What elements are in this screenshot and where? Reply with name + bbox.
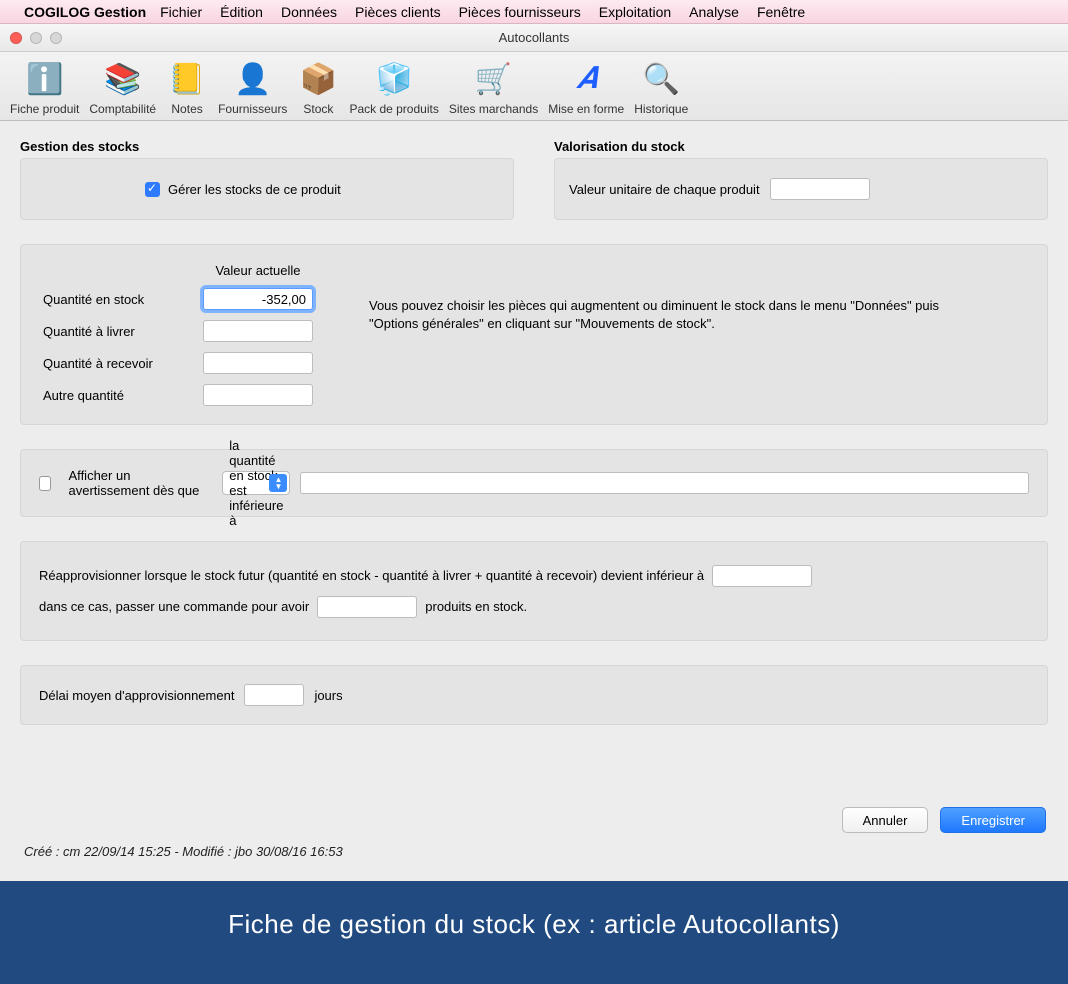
books-icon: 📚: [102, 58, 144, 100]
toolbar-fournisseurs[interactable]: 👤 Fournisseurs: [218, 58, 287, 116]
menu-fenetre[interactable]: Fenêtre: [757, 4, 805, 20]
group-title-valuation: Valorisation du stock: [554, 139, 1048, 154]
toolbar-notes[interactable]: 📒 Notes: [166, 58, 208, 116]
toolbar-fiche-produit[interactable]: ℹ️ Fiche produit: [10, 58, 79, 116]
label-qty-to-receive: Quantité à recevoir: [43, 356, 193, 371]
search-icon: 🔍: [640, 58, 682, 100]
panel-warning: Afficher un avertissement dès que la qua…: [20, 449, 1048, 517]
panel-valuation: Valeur unitaire de chaque produit: [554, 158, 1048, 220]
info-icon: ℹ️: [24, 58, 66, 100]
window-titlebar: Autocollants: [0, 24, 1068, 52]
toolbar-stock[interactable]: 📦 Stock: [297, 58, 339, 116]
toolbar-label: Comptabilité: [89, 102, 156, 116]
toolbar-label: Fiche produit: [10, 102, 79, 116]
toolbar-sites-marchands[interactable]: 🛒 Sites marchands: [449, 58, 538, 116]
group-title-stock: Gestion des stocks: [20, 139, 514, 154]
window-body: Gestion des stocks Gérer les stocks de c…: [0, 121, 1068, 881]
menu-pieces-clients[interactable]: Pièces clients: [355, 4, 441, 20]
checkbox-show-warning[interactable]: [39, 476, 51, 491]
menu-donnees[interactable]: Données: [281, 4, 337, 20]
save-button[interactable]: Enregistrer: [940, 807, 1046, 833]
label-manage-stock: Gérer les stocks de ce produit: [168, 182, 341, 197]
toolbar: ℹ️ Fiche produit 📚 Comptabilité 📒 Notes …: [0, 52, 1068, 121]
label-qty-other: Autre quantité: [43, 388, 193, 403]
input-reorder-threshold[interactable]: [712, 565, 812, 587]
cancel-button[interactable]: Annuler: [842, 807, 929, 833]
panel-reorder: Réapprovisionner lorsque le stock futur …: [20, 541, 1048, 641]
input-reorder-target[interactable]: [317, 596, 417, 618]
window-title: Autocollants: [0, 30, 1068, 45]
label-qty-in-stock: Quantité en stock: [43, 292, 193, 307]
label-reorder-when: Réapprovisionner lorsque le stock futur …: [39, 560, 704, 591]
toolbar-label: Fournisseurs: [218, 102, 287, 116]
toolbar-label: Stock: [303, 102, 333, 116]
checkbox-manage-stock[interactable]: [145, 182, 160, 197]
label-reorder-suffix: produits en stock.: [425, 591, 527, 622]
toolbar-label: Sites marchands: [449, 102, 538, 116]
hint-stock-movements: Vous pouvez choisir les pièces qui augme…: [323, 297, 963, 332]
note-icon: 📒: [166, 58, 208, 100]
toolbar-mise-en-forme[interactable]: 𝑨 Mise en forme: [548, 58, 624, 116]
toolbar-comptabilite[interactable]: 📚 Comptabilité: [89, 58, 156, 116]
input-qty-to-receive[interactable]: [203, 352, 313, 374]
font-icon: 𝑨: [565, 58, 607, 100]
panel-quantities: Valeur actuelle Quantité en stock Vous p…: [20, 244, 1048, 425]
input-qty-in-stock[interactable]: [203, 288, 313, 310]
menu-analyse[interactable]: Analyse: [689, 4, 739, 20]
menu-pieces-fournisseurs[interactable]: Pièces fournisseurs: [459, 4, 581, 20]
toolbar-pack-produits[interactable]: 🧊 Pack de produits: [349, 58, 438, 116]
app-name[interactable]: COGILOG Gestion: [24, 4, 146, 20]
person-icon: 👤: [232, 58, 274, 100]
mac-menubar: COGILOG Gestion Fichier Édition Données …: [0, 0, 1068, 24]
input-qty-to-deliver[interactable]: [203, 320, 313, 342]
header-current-value: Valeur actuelle: [203, 263, 313, 278]
cart-icon: 🛒: [473, 58, 515, 100]
label-show-warning: Afficher un avertissement dès que: [69, 468, 213, 498]
menu-edition[interactable]: Édition: [220, 4, 263, 20]
toolbar-historique[interactable]: 🔍 Historique: [634, 58, 688, 116]
toolbar-label: Notes: [171, 102, 202, 116]
input-lead-time[interactable]: [244, 684, 304, 706]
menu-exploitation[interactable]: Exploitation: [599, 4, 671, 20]
cubes-icon: 🧊: [373, 58, 415, 100]
menu-fichier[interactable]: Fichier: [160, 4, 202, 20]
label-reorder-order: dans ce cas, passer une commande pour av…: [39, 591, 309, 622]
label-lead-time: Délai moyen d'approvisionnement: [39, 688, 234, 703]
input-qty-other[interactable]: [203, 384, 313, 406]
input-warning-threshold[interactable]: [300, 472, 1029, 494]
select-warning-condition[interactable]: la quantité en stock est inférieure à ▲▼: [222, 471, 290, 495]
record-meta: Créé : cm 22/09/14 15:25 - Modifié : jbo…: [24, 844, 343, 859]
toolbar-label: Mise en forme: [548, 102, 624, 116]
label-lead-time-unit: jours: [314, 688, 342, 703]
toolbar-label: Pack de produits: [349, 102, 438, 116]
chevron-updown-icon: ▲▼: [269, 474, 287, 492]
slide-caption: Fiche de gestion du stock (ex : article …: [0, 881, 1068, 984]
input-unit-value[interactable]: [770, 178, 870, 200]
box-icon: 📦: [297, 58, 339, 100]
panel-stock-management: Gérer les stocks de ce produit: [20, 158, 514, 220]
toolbar-label: Historique: [634, 102, 688, 116]
label-unit-value: Valeur unitaire de chaque produit: [569, 182, 760, 197]
panel-lead-time: Délai moyen d'approvisionnement jours: [20, 665, 1048, 725]
label-qty-to-deliver: Quantité à livrer: [43, 324, 193, 339]
